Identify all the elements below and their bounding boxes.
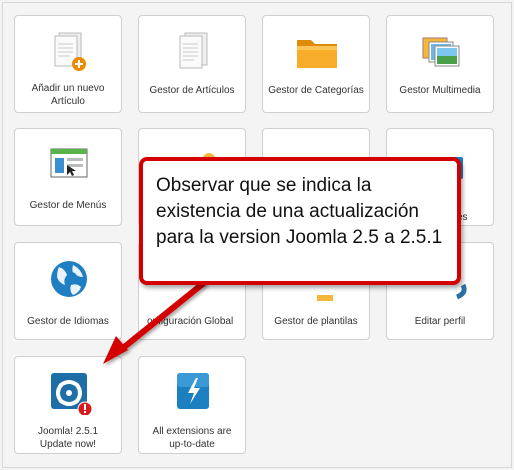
callout-text: Observar que se indica la existencia de … [156, 175, 443, 248]
annotation-callout: Observar que se indica la existencia de … [139, 157, 461, 285]
